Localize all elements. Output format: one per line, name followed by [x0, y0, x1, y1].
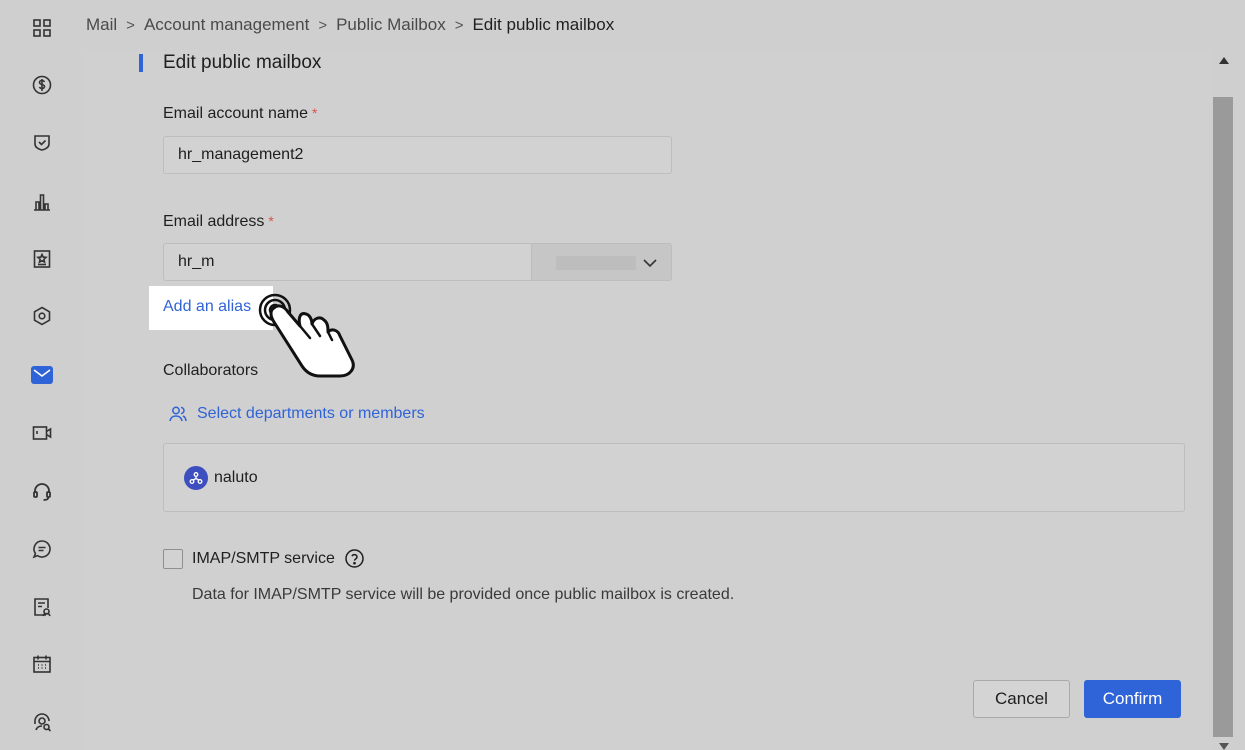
- dollar-icon[interactable]: [31, 74, 53, 96]
- email-address-label: Email address *: [163, 213, 274, 231]
- users-icon: [169, 406, 187, 422]
- confirm-button[interactable]: Confirm: [1084, 680, 1181, 718]
- edit-form: Edit public mailbox Email account name * …: [86, 50, 1211, 750]
- video-icon[interactable]: [31, 422, 53, 444]
- content-panel: Edit public mailbox Email account name * …: [86, 50, 1211, 750]
- select-members-link[interactable]: Select departments or members: [168, 404, 425, 424]
- breadcrumb-account-management[interactable]: Account management: [144, 15, 309, 35]
- report-icon[interactable]: [31, 596, 53, 618]
- imap-label: IMAP/SMTP service: [192, 550, 335, 567]
- help-icon[interactable]: [344, 548, 365, 569]
- cancel-button[interactable]: Cancel: [973, 680, 1070, 718]
- scroll-down-arrow-icon[interactable]: [1219, 743, 1229, 750]
- required-mark: *: [311, 105, 318, 121]
- breadcrumb-separator: >: [318, 16, 328, 34]
- member-chip[interactable]: naluto: [184, 466, 258, 490]
- mail-icon[interactable]: [31, 366, 53, 384]
- scroll-up-arrow-icon[interactable]: [1219, 57, 1229, 64]
- email-address-label-text: Email address: [163, 213, 265, 230]
- left-nav-rail: [0, 0, 86, 750]
- breadcrumb-separator: >: [126, 16, 135, 34]
- user-search-icon[interactable]: [31, 711, 53, 733]
- breadcrumb-current: Edit public mailbox: [472, 15, 615, 34]
- bar-chart-icon[interactable]: [31, 191, 53, 213]
- scrollbar-thumb[interactable]: [1213, 97, 1233, 737]
- hand-pointer-icon: [258, 293, 355, 378]
- required-mark: *: [268, 213, 274, 229]
- collaborators-label: Collaborators: [163, 362, 259, 379]
- chevron-down-icon: [643, 259, 657, 268]
- headset-icon[interactable]: [31, 480, 53, 502]
- calendar-icon[interactable]: [31, 653, 53, 675]
- breadcrumb-separator: >: [454, 16, 464, 34]
- page-title: Edit public mailbox: [163, 52, 322, 73]
- account-name-label-text: Email account name: [163, 105, 308, 122]
- account-name-label: Email account name *: [163, 105, 317, 123]
- imap-checkbox[interactable]: [163, 549, 183, 569]
- breadcrumb-public-mailbox[interactable]: Public Mailbox: [336, 15, 446, 35]
- email-domain-select[interactable]: [532, 243, 672, 281]
- shield-check-icon[interactable]: [31, 132, 53, 154]
- chat-icon[interactable]: [31, 538, 53, 560]
- imap-description: Data for IMAP/SMTP service will be provi…: [192, 586, 735, 603]
- breadcrumb: Mail > Account management > Public Mailb…: [86, 0, 1245, 50]
- hexagon-icon[interactable]: [31, 305, 53, 327]
- email-prefix-input[interactable]: hr_m: [163, 243, 532, 281]
- domain-value-redacted: [556, 256, 636, 270]
- breadcrumb-mail[interactable]: Mail: [86, 15, 117, 35]
- collaborators-box[interactable]: naluto: [163, 443, 1185, 512]
- section-accent-bar: [139, 54, 143, 72]
- department-icon: [184, 466, 208, 490]
- account-name-input[interactable]: hr_management2: [163, 136, 672, 174]
- select-members-label: Select departments or members: [197, 405, 425, 422]
- add-alias-link[interactable]: Add an alias: [163, 298, 251, 316]
- star-doc-icon[interactable]: [31, 248, 53, 270]
- member-name: naluto: [214, 469, 258, 486]
- grid-icon[interactable]: [31, 17, 53, 39]
